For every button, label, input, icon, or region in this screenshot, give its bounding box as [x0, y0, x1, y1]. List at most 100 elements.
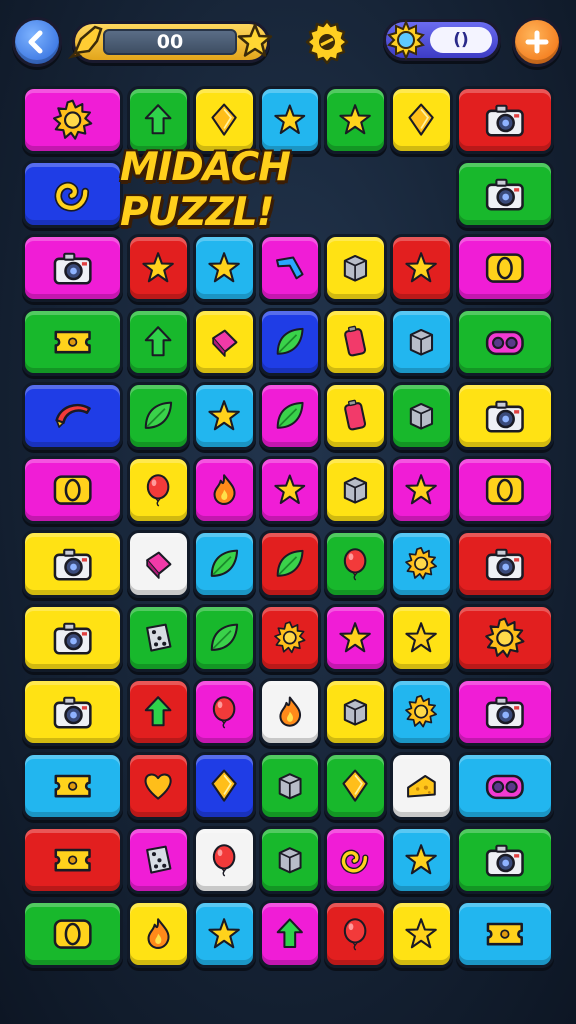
tile-r8-c3[interactable]	[193, 604, 256, 672]
tile-r5-c7[interactable]	[456, 382, 554, 450]
tile-r7-c5[interactable]	[324, 530, 387, 598]
tile-r12-c7[interactable]	[456, 900, 554, 968]
swirl-icon	[54, 181, 89, 212]
binoculars-icon	[486, 330, 524, 356]
tile-r12-c2[interactable]	[127, 900, 190, 968]
tile-r10-c6[interactable]	[390, 752, 453, 820]
camera-icon	[53, 622, 92, 655]
tile-r1-c4[interactable]	[259, 86, 321, 154]
tile-r9-c1[interactable]	[22, 678, 123, 746]
tile-r11-c2[interactable]	[127, 826, 190, 894]
tile-r12-c5[interactable]	[324, 900, 387, 968]
tile-r10-c3[interactable]	[193, 752, 256, 820]
tile-r8-c1[interactable]	[22, 604, 123, 672]
tile-r12-c6[interactable]	[390, 900, 453, 968]
dice-icon	[146, 845, 172, 875]
tile-r10-c5[interactable]	[324, 752, 387, 820]
tile-r8-c7[interactable]	[456, 604, 554, 672]
tile-r7-c3[interactable]	[193, 530, 256, 598]
tile-r12-c3[interactable]	[193, 900, 256, 968]
tile-r11-c3[interactable]	[193, 826, 256, 894]
tile-r8-c2[interactable]	[127, 604, 190, 672]
tile-r2-c1[interactable]	[22, 160, 123, 228]
tile-r3-c1[interactable]	[22, 234, 123, 302]
tile-r9-c3[interactable]	[193, 678, 256, 746]
tile-r4-c5[interactable]	[324, 308, 387, 376]
coin-icon	[486, 253, 524, 283]
tile-r1-c1[interactable]	[22, 86, 123, 154]
back-button[interactable]	[12, 17, 62, 67]
tile-r7-c2[interactable]	[127, 530, 190, 598]
tile-r7-c1[interactable]	[22, 530, 123, 598]
tile-r3-c7[interactable]	[456, 234, 554, 302]
tile-r8-c4[interactable]	[259, 604, 321, 672]
tile-r1-c7[interactable]	[456, 86, 554, 154]
tile-r6-c7[interactable]	[456, 456, 554, 524]
tile-r3-c6[interactable]	[390, 234, 453, 302]
tile-r6-c1[interactable]	[22, 456, 123, 524]
tile-r5-c2[interactable]	[127, 382, 190, 450]
tile-r7-c7[interactable]	[456, 530, 554, 598]
box-icon	[278, 847, 302, 874]
top-bar: 00 ()	[0, 0, 576, 84]
tile-r6-c6[interactable]	[390, 456, 453, 524]
box-icon	[344, 255, 368, 283]
box-icon	[344, 699, 368, 727]
star-icon	[405, 622, 438, 653]
tile-r11-c4[interactable]	[259, 826, 321, 894]
tile-r6-c2[interactable]	[127, 456, 190, 524]
tile-r5-c1[interactable]	[22, 382, 123, 450]
ticket-icon	[54, 774, 91, 798]
tile-r1-c3[interactable]	[193, 86, 256, 154]
tile-r6-c4[interactable]	[259, 456, 321, 524]
tile-r10-c4[interactable]	[259, 752, 321, 820]
tile-r4-c6[interactable]	[390, 308, 453, 376]
rocket-icon	[67, 25, 103, 59]
tile-r3-c5[interactable]	[324, 234, 387, 302]
tile-r6-c3[interactable]	[193, 456, 256, 524]
tile-r6-c5[interactable]	[324, 456, 387, 524]
plus-icon	[525, 30, 549, 54]
camera-icon	[53, 548, 92, 581]
add-button[interactable]	[512, 17, 562, 67]
diamond-icon	[408, 103, 435, 137]
tile-r4-c2[interactable]	[127, 308, 190, 376]
tile-r8-c6[interactable]	[390, 604, 453, 672]
tile-r1-c5[interactable]	[324, 86, 387, 154]
tile-r11-c7[interactable]	[456, 826, 554, 894]
tile-r3-c2[interactable]	[127, 234, 190, 302]
tile-r11-c5[interactable]	[324, 826, 387, 894]
tile-r12-c4[interactable]	[259, 900, 321, 968]
tile-r5-c5[interactable]	[324, 382, 387, 450]
tile-r2-c2[interactable]	[456, 160, 554, 228]
tile-r9-c4[interactable]	[259, 678, 321, 746]
sun-icon	[405, 695, 438, 728]
tile-r9-c5[interactable]	[324, 678, 387, 746]
tile-r3-c3[interactable]	[193, 234, 256, 302]
tile-r7-c4[interactable]	[259, 530, 321, 598]
tile-r4-c3[interactable]	[193, 308, 256, 376]
tile-r11-c6[interactable]	[390, 826, 453, 894]
leaf-icon	[211, 549, 239, 578]
tile-r9-c2[interactable]	[127, 678, 190, 746]
tile-r10-c7[interactable]	[456, 752, 554, 820]
tile-r4-c1[interactable]	[22, 308, 123, 376]
tile-r8-c5[interactable]	[324, 604, 387, 672]
settings-button[interactable]	[302, 17, 352, 67]
tile-r4-c4[interactable]	[259, 308, 321, 376]
tile-r12-c1[interactable]	[22, 900, 123, 968]
tile-r5-c6[interactable]	[390, 382, 453, 450]
tile-r1-c2[interactable]	[127, 86, 190, 154]
tile-r10-c1[interactable]	[22, 752, 123, 820]
tile-r3-c4[interactable]	[259, 234, 321, 302]
tile-r10-c2[interactable]	[127, 752, 190, 820]
tile-r5-c3[interactable]	[193, 382, 256, 450]
tile-r4-c7[interactable]	[456, 308, 554, 376]
tile-r7-c6[interactable]	[390, 530, 453, 598]
tile-r11-c1[interactable]	[22, 826, 123, 894]
tile-r1-c6[interactable]	[390, 86, 453, 154]
tile-r5-c4[interactable]	[259, 382, 321, 450]
tile-r9-c6[interactable]	[390, 678, 453, 746]
flame-icon	[147, 918, 170, 950]
tile-r9-c7[interactable]	[456, 678, 554, 746]
